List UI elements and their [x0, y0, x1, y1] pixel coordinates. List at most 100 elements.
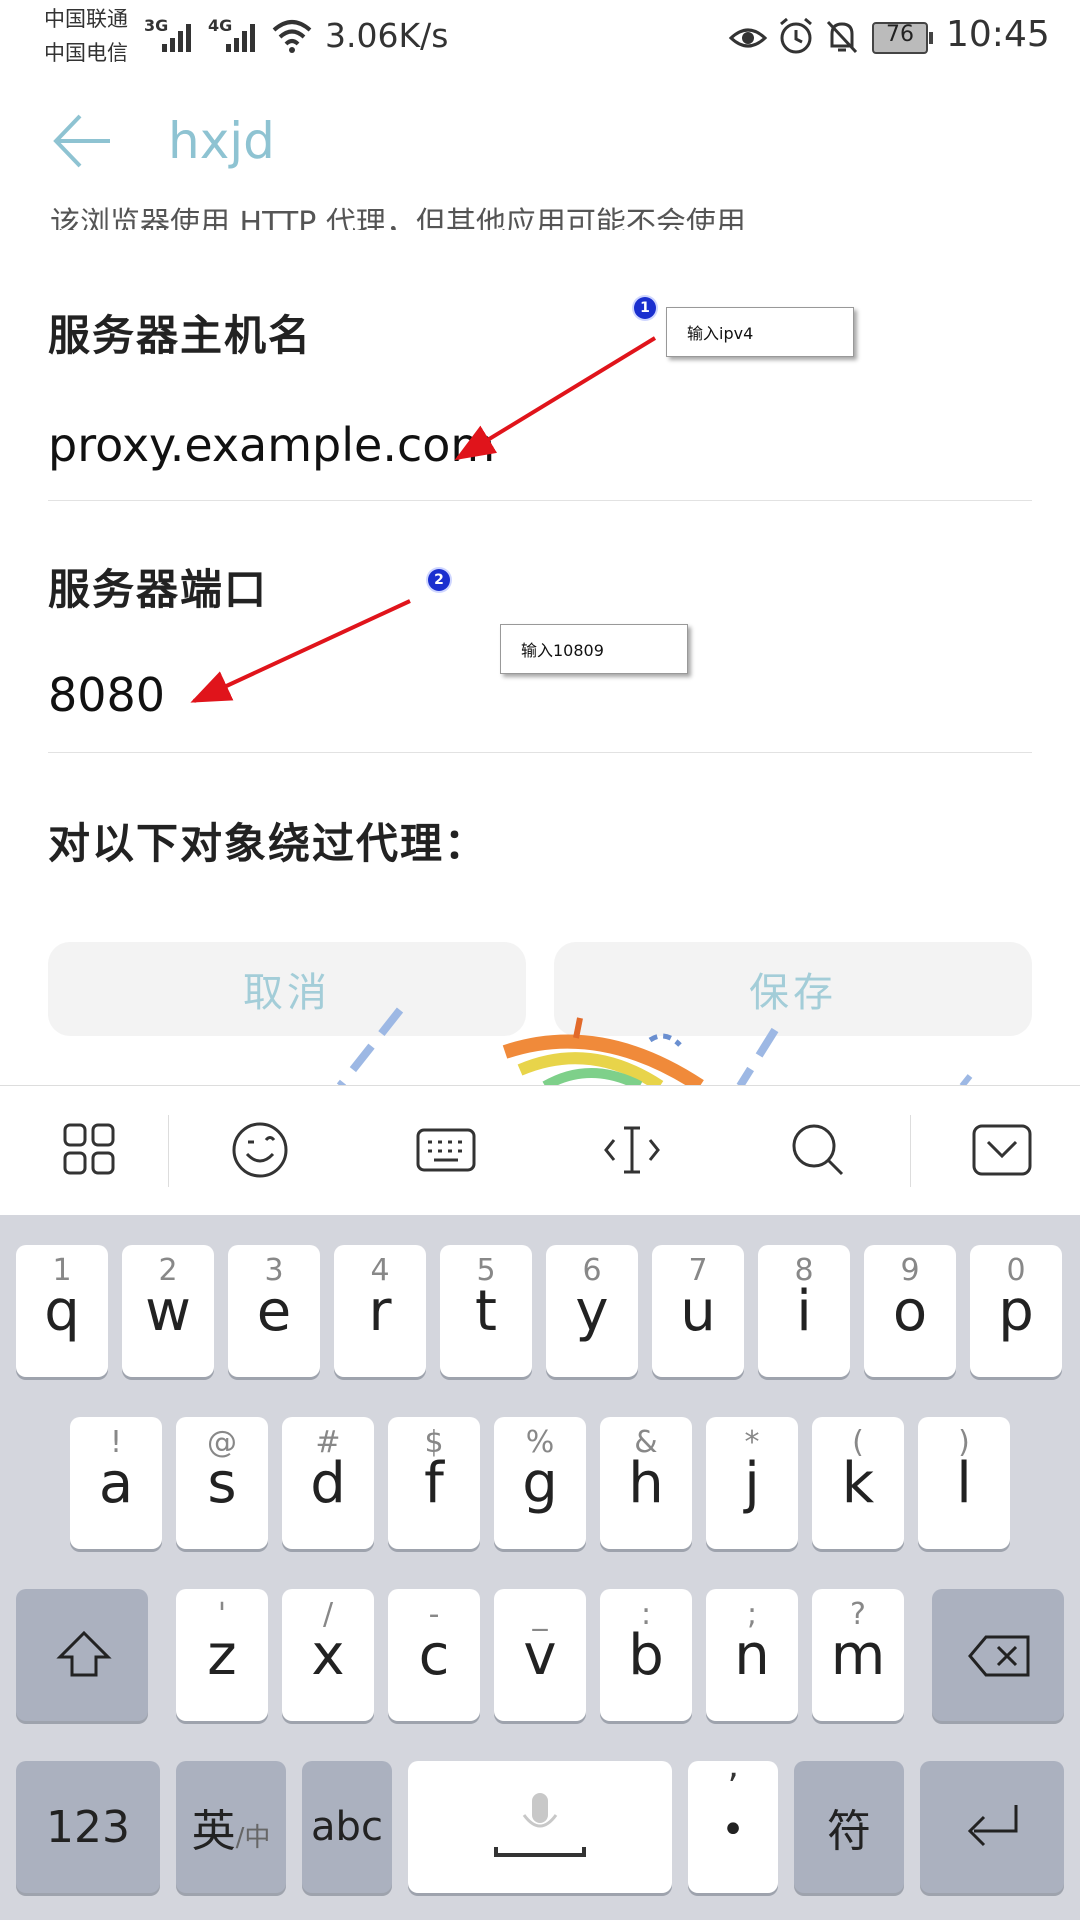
- key-b[interactable]: :b: [600, 1589, 692, 1721]
- key-letter: q: [44, 1279, 80, 1344]
- divider: [48, 752, 1032, 753]
- numbers-key[interactable]: 123: [16, 1761, 160, 1893]
- key-letter: v: [523, 1623, 557, 1688]
- key-letter: y: [575, 1279, 609, 1344]
- apps-grid-icon[interactable]: [60, 1120, 120, 1180]
- key-letter: e: [256, 1279, 292, 1344]
- key-j[interactable]: * j: [706, 1417, 798, 1549]
- abc-key[interactable]: abc: [302, 1761, 392, 1893]
- key-g[interactable]: % g: [494, 1417, 586, 1549]
- key-k[interactable]: (k: [812, 1417, 904, 1549]
- key-letter: d: [310, 1451, 346, 1516]
- port-input[interactable]: 8080: [48, 668, 165, 722]
- abc-key-label: abc: [311, 1804, 383, 1850]
- key-letter: b: [628, 1623, 664, 1688]
- host-label: 服务器主机名: [48, 311, 313, 360]
- punctuation-key[interactable]: ’ •: [688, 1761, 778, 1893]
- key-letter: n: [734, 1623, 770, 1688]
- numbers-key-label: 123: [46, 1801, 130, 1853]
- carrier-2: 中国电信: [44, 41, 128, 65]
- key-m[interactable]: ? m: [812, 1589, 904, 1721]
- key-letter: h: [628, 1451, 664, 1516]
- key-y[interactable]: 6y: [546, 1245, 638, 1377]
- key-t[interactable]: 5t: [440, 1245, 532, 1377]
- key-c[interactable]: -c: [388, 1589, 480, 1721]
- key-e[interactable]: 3e: [228, 1245, 320, 1377]
- carrier-1: 中国联通: [44, 7, 128, 31]
- enter-icon: [967, 1805, 1018, 1847]
- signal-icon: [226, 24, 255, 52]
- cursor-icon[interactable]: [602, 1120, 662, 1180]
- keyboard-icon[interactable]: [416, 1120, 476, 1180]
- key-w[interactable]: 2w: [122, 1245, 214, 1377]
- annotation-badge-1: 1: [634, 297, 656, 319]
- key-a[interactable]: ! a: [70, 1417, 162, 1549]
- lang-sub: /中: [235, 1822, 271, 1853]
- symbols-key-label: 符: [827, 1806, 871, 1857]
- eye-icon: [728, 28, 768, 48]
- key-r[interactable]: 4r: [334, 1245, 426, 1377]
- signal-icon: [162, 24, 191, 52]
- key-letter: m: [830, 1623, 886, 1688]
- wifi-icon: [272, 20, 312, 53]
- period-label: •: [721, 1807, 745, 1853]
- key-letter: z: [207, 1623, 237, 1688]
- key-n[interactable]: ; n: [706, 1589, 798, 1721]
- lang-main: 英: [191, 1806, 236, 1857]
- key-p[interactable]: 0p: [970, 1245, 1062, 1377]
- emoji-icon[interactable]: [230, 1120, 290, 1180]
- enter-key[interactable]: [920, 1761, 1064, 1893]
- key-letter: p: [998, 1279, 1034, 1344]
- hide-keyboard-icon[interactable]: [972, 1120, 1032, 1180]
- clock: 10:45: [946, 14, 1050, 55]
- key-letter: a: [98, 1451, 134, 1516]
- host-input[interactable]: proxy.example.com: [48, 418, 495, 472]
- key-x[interactable]: / x: [282, 1589, 374, 1721]
- proxy-description: 该浏览器使用 HTTP 代理，但其他应用可能不会使用: [50, 206, 746, 230]
- annotation-note-1: 输入ipv4: [666, 307, 854, 357]
- search-icon[interactable]: [788, 1120, 848, 1180]
- back-arrow-icon[interactable]: [52, 110, 114, 172]
- key-d[interactable]: # d: [282, 1417, 374, 1549]
- key-l[interactable]: ) l: [918, 1417, 1010, 1549]
- backspace-key[interactable]: [932, 1589, 1064, 1721]
- space-key[interactable]: [408, 1761, 672, 1893]
- key-f[interactable]: $ f: [388, 1417, 480, 1549]
- key-z[interactable]: ' z: [176, 1589, 268, 1721]
- key-letter: o: [892, 1279, 928, 1344]
- key-letter: w: [145, 1279, 191, 1344]
- language-switch-label: 英/中: [176, 1761, 286, 1893]
- soft-keyboard: 1q 2w 3e 4r 5t 6y 7u 8i 9o 0p ! a @ s # d $…: [0, 1215, 1080, 1920]
- key-i[interactable]: 8i: [758, 1245, 850, 1377]
- key-v[interactable]: _ v: [494, 1589, 586, 1721]
- alarm-icon: [780, 17, 812, 54]
- battery-icon: 76: [872, 22, 933, 54]
- keyboard-toolbar: [0, 1085, 1080, 1216]
- toolbar-divider: [168, 1115, 169, 1187]
- key-letter: l: [956, 1451, 972, 1516]
- annotation-badge-2: 2: [428, 569, 450, 591]
- key-letter: f: [424, 1451, 444, 1516]
- key-letter: j: [744, 1451, 760, 1516]
- annotation-arrows: [190, 336, 657, 703]
- symbols-key[interactable]: 符: [794, 1761, 904, 1893]
- annotation-text-1: 输入ipv4: [687, 324, 754, 343]
- key-letter: t: [475, 1279, 497, 1344]
- key-u[interactable]: 7u: [652, 1245, 744, 1377]
- key-h[interactable]: & h: [600, 1417, 692, 1549]
- key-s[interactable]: @ s: [176, 1417, 268, 1549]
- page-title: hxjd: [168, 112, 275, 170]
- key-o[interactable]: 9o: [864, 1245, 956, 1377]
- key-letter: r: [368, 1279, 392, 1344]
- backspace-icon: [968, 1635, 1030, 1677]
- key-q[interactable]: 1q: [16, 1245, 108, 1377]
- shift-key[interactable]: [16, 1589, 148, 1721]
- background-illustration: [336, 1007, 973, 1086]
- key-letter: g: [522, 1451, 558, 1516]
- annotation-note-2: 输入10809: [500, 624, 688, 674]
- comma-label: ’: [727, 1767, 739, 1808]
- port-label: 服务器端口: [48, 565, 269, 614]
- language-switch-key[interactable]: 英/中: [176, 1761, 286, 1893]
- key-letter: u: [680, 1279, 716, 1344]
- key-letter: s: [207, 1451, 237, 1516]
